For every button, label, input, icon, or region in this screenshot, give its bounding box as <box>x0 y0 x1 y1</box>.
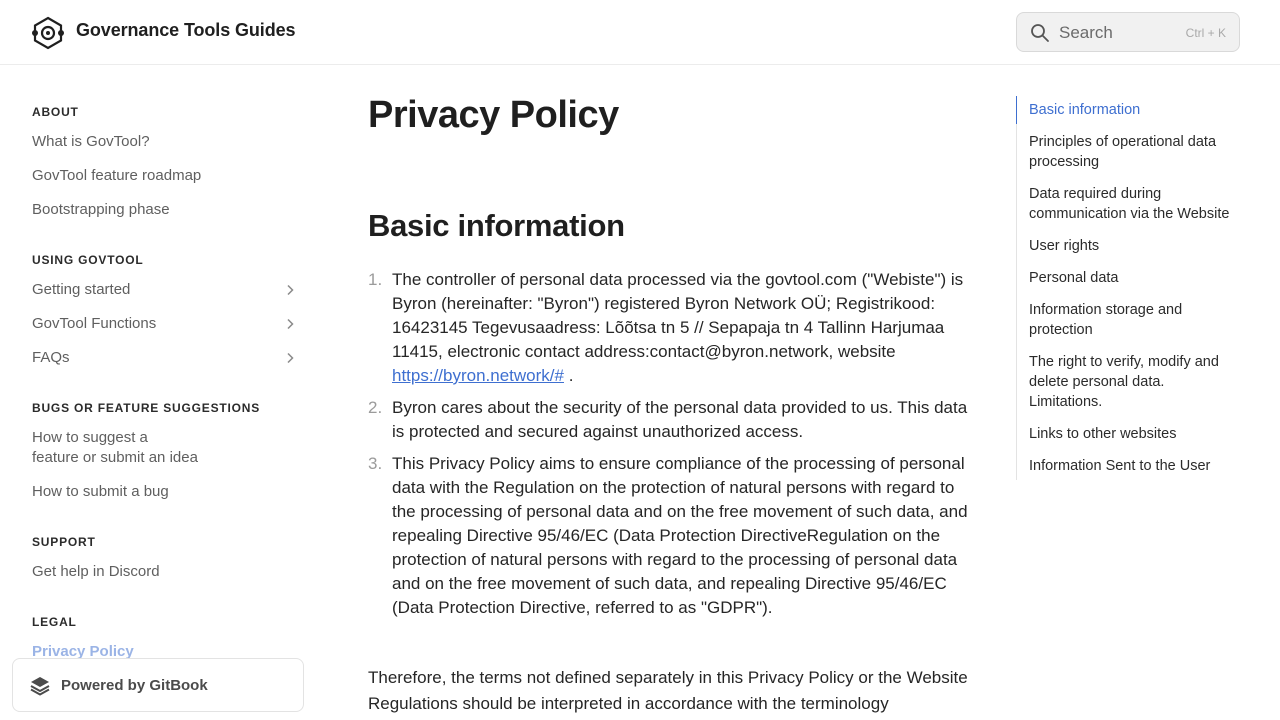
section-heading-legal: LEGAL <box>32 615 77 629</box>
chevron-right-icon[interactable] <box>284 284 296 296</box>
gitbook-icon <box>30 677 50 696</box>
toc-item-principles[interactable]: Principles of operational data processin… <box>1029 132 1241 172</box>
toc-item-right-to-verify[interactable]: The right to verify, modify and delete p… <box>1029 352 1241 412</box>
list-text: The controller of personal data processe… <box>392 270 964 361</box>
body-paragraph: Therefore, the terms not defined separat… <box>368 668 968 713</box>
page-title: Privacy Policy <box>368 94 619 136</box>
list-item-text: Byron cares about the security of the pe… <box>392 398 968 441</box>
sidebar-item-getting-started[interactable]: Getting started <box>32 280 302 300</box>
section-heading-support: SUPPORT <box>32 535 96 549</box>
sidebar-item-label-line2: feature or submit an idea <box>32 449 198 466</box>
sidebar-item-label: Getting started <box>32 281 131 298</box>
search-placeholder: Search <box>1059 23 1113 42</box>
powered-by-gitbook-button[interactable]: Powered by GitBook <box>12 658 304 712</box>
chevron-right-icon[interactable] <box>284 352 296 364</box>
sidebar-item-suggest-feature[interactable]: How to suggest a feature or submit an id… <box>32 428 302 468</box>
search-shortcut: Ctrl + K <box>1185 26 1226 40</box>
powered-by-label: Powered by GitBook <box>61 677 208 694</box>
list-text-suffix: . <box>563 366 574 385</box>
chevron-right-icon[interactable] <box>284 318 296 330</box>
top-header: Governance Tools Guides Search Ctrl + K <box>0 0 1280 65</box>
sidebar: ABOUT What is GovTool? GovTool feature r… <box>0 65 320 720</box>
toc-item-information-sent[interactable]: Information Sent to the User <box>1029 456 1241 476</box>
search-icon <box>1031 24 1049 42</box>
logo-icon[interactable] <box>31 16 65 50</box>
list-item-text: The controller of personal data processe… <box>392 268 970 388</box>
section-heading-basic-information: Basic information <box>368 208 625 243</box>
site-title[interactable]: Governance Tools Guides <box>76 20 296 41</box>
toc-item-data-required[interactable]: Data required during communication via t… <box>1029 184 1241 224</box>
toc-item-information-storage[interactable]: Information storage and protection <box>1029 300 1241 340</box>
toc-item-personal-data[interactable]: Personal data <box>1029 268 1241 288</box>
sidebar-item-discord-help[interactable]: Get help in Discord <box>32 562 302 582</box>
toc-item-basic-information[interactable]: Basic information <box>1029 100 1241 120</box>
sidebar-item-label: FAQs <box>32 349 70 366</box>
byron-network-link[interactable]: https://byron.network/# <box>392 366 564 385</box>
list-number: 2. <box>368 398 383 417</box>
toc-active-marker <box>1016 96 1017 124</box>
sidebar-item-label-line1: How to suggest a <box>32 429 148 446</box>
sidebar-item-bootstrapping-phase[interactable]: Bootstrapping phase <box>32 200 302 220</box>
section-heading-about: ABOUT <box>32 105 79 119</box>
main-content: Privacy Policy Basic information 1. The … <box>368 65 968 720</box>
list-number: 3. <box>368 454 383 473</box>
sidebar-item-label: GovTool Functions <box>32 315 157 332</box>
sidebar-item-govtool-functions[interactable]: GovTool Functions <box>32 314 302 334</box>
toc-item-links-other-websites[interactable]: Links to other websites <box>1029 424 1241 444</box>
toc-item-user-rights[interactable]: User rights <box>1029 236 1241 256</box>
list-item-text: This Privacy Policy aims to ensure compl… <box>392 454 968 617</box>
sidebar-item-what-is-govtool[interactable]: What is GovTool? <box>32 132 302 152</box>
section-heading-using-govtool: USING GOVTOOL <box>32 253 144 267</box>
section-heading-bugs-feature-suggestions: BUGS OR FEATURE SUGGESTIONS <box>32 401 261 415</box>
sidebar-item-submit-bug[interactable]: How to submit a bug <box>32 482 302 502</box>
table-of-contents: Basic information Principles of operatio… <box>1016 96 1246 480</box>
sidebar-item-feature-roadmap[interactable]: GovTool feature roadmap <box>32 166 302 186</box>
list-number: 1. <box>368 270 383 289</box>
search-box[interactable]: Search Ctrl + K <box>1016 12 1240 52</box>
sidebar-item-faqs[interactable]: FAQs <box>32 348 302 368</box>
